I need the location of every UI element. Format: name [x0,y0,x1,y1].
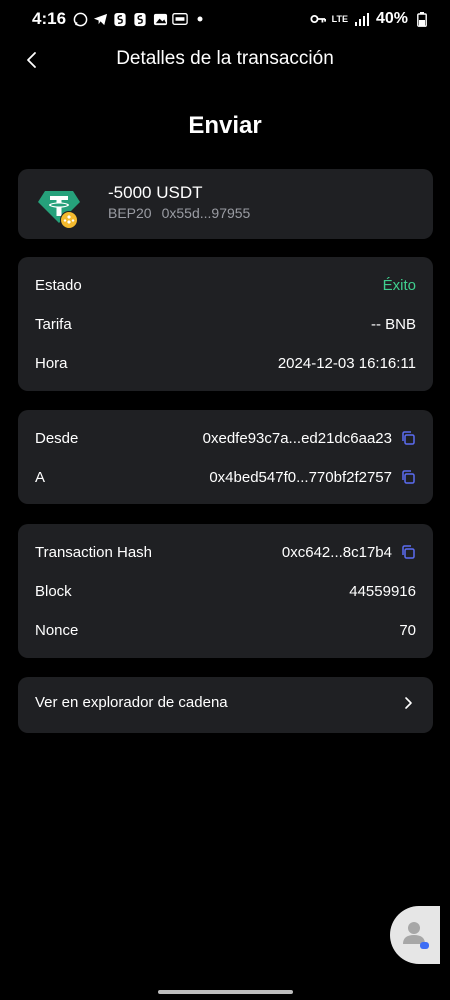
token-network: BEP20 [108,205,152,221]
telegram-icon [92,11,108,27]
nonce-label: Nonce [35,621,79,639]
address-card: Desde 0xedfe93c7a...ed21dc6aa23 A 0x4bed… [18,410,433,504]
a-row: A 0x4bed547f0...770bf2f2757 [35,466,416,488]
news-icon [172,11,188,27]
bnb-badge-icon [60,211,78,229]
nonce-value: 70 [399,621,416,639]
app-header: Detalles de la transacción [0,40,450,80]
vpn-key-icon [310,11,326,27]
desde-address: 0xedfe93c7a...ed21dc6aa23 [202,429,392,447]
hash-value-group: 0xc642...8c17b4 [282,544,416,561]
token-card: -5000 USDT BEP20 0x55d...97955 [18,169,433,239]
a-value-group: 0x4bed547f0...770bf2f2757 [209,469,416,486]
block-row: Block 44559916 [35,580,416,602]
estado-row: Estado Éxito [35,274,416,296]
hora-label: Hora [35,354,68,372]
block-value: 44559916 [349,582,416,600]
header-title: Detalles de la transacción [116,48,334,69]
network-type: LTE [331,13,348,24]
home-indicator[interactable] [158,990,293,994]
desde-label: Desde [35,429,79,447]
token-subtitle: BEP20 0x55d...97955 [108,205,250,221]
copy-icon[interactable] [400,430,416,446]
signal-icon [354,11,370,27]
copy-icon[interactable] [400,469,416,485]
block-label: Block [35,582,72,600]
a-address: 0x4bed547f0...770bf2f2757 [209,468,392,486]
hash-value: 0xc642...8c17b4 [281,543,392,561]
token-amount: -5000 USDT [108,183,203,202]
tarifa-value: -- BNB [371,315,416,333]
view-explorer-button[interactable]: Ver en explorador de cadena [18,677,433,733]
explorer-row: Ver en explorador de cadena [35,694,413,711]
desde-value-group: 0xedfe93c7a...ed21dc6aa23 [203,430,416,447]
hash-row: Transaction Hash 0xc642...8c17b4 [35,541,416,563]
status-bar-right: LTE 40% [310,10,430,28]
user-avatar-icon [403,922,429,949]
hash-label: Transaction Hash [35,543,152,561]
battery-percent: 40% [375,10,408,27]
tarifa-row: Tarifa -- BNB [35,313,416,335]
app-s-icon [112,11,128,27]
chevron-right-icon [405,696,412,709]
copy-icon[interactable] [400,544,416,560]
page-title: Enviar [188,112,262,139]
hash-card: Transaction Hash 0xc642...8c17b4 Block 4… [18,524,433,658]
nonce-row: Nonce 70 [35,619,416,641]
estado-label: Estado [35,276,82,294]
gallery-icon [152,11,168,27]
battery-icon [414,11,430,27]
whatsapp-icon [72,11,88,27]
hora-value: 2024-12-03 16:16:11 [277,354,416,372]
a-label: A [35,468,46,486]
status-card: Estado Éxito Tarifa -- BNB Hora 2024-12-… [18,257,433,391]
more-notifications-icon [192,11,208,27]
hora-row: Hora 2024-12-03 16:16:11 [35,352,416,374]
notification-icons [72,11,208,27]
app-s-icon-2 [132,11,148,27]
support-chat-button[interactable] [390,906,440,964]
token-contract: 0x55d...97955 [161,205,251,221]
tarifa-label: Tarifa [35,315,72,333]
status-time: 4:16 [32,9,67,28]
explorer-label: Ver en explorador de cadena [35,694,228,711]
status-bar-left: 4:16 [32,9,208,29]
usdt-token-icon [36,185,80,229]
status-bar: 4:16 LTE 40% [0,0,450,38]
status-badge: Éxito [382,276,416,294]
desde-row: Desde 0xedfe93c7a...ed21dc6aa23 [35,427,416,449]
